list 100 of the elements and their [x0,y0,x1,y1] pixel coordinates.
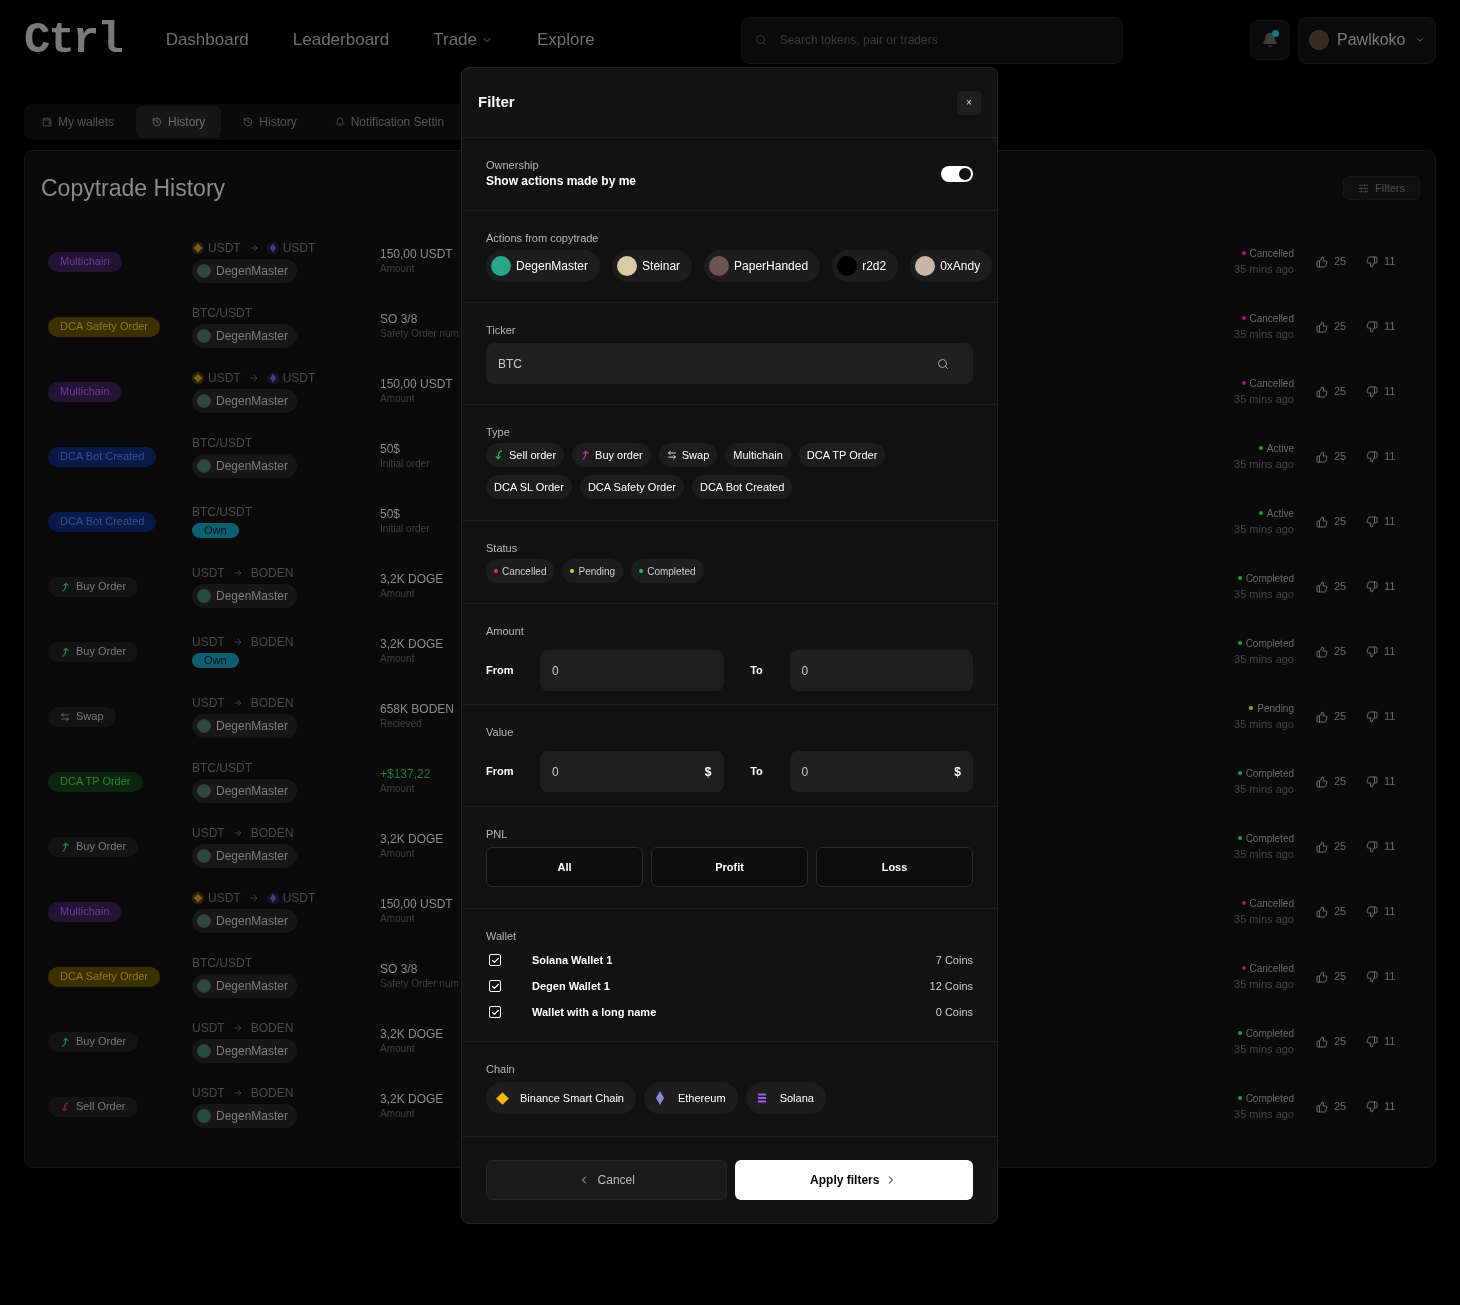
dislike-button[interactable]: 11 [1366,903,1400,920]
thumbs-down-icon [1366,775,1378,788]
nav-link[interactable]: Dashboard [165,27,249,53]
tab[interactable]: History [136,106,222,138]
coins-count: 7 Coins [935,952,973,968]
close-button[interactable]: × [957,90,981,115]
type-chip[interactable]: Multichain [725,443,791,467]
like-button[interactable]: 25 [1316,448,1356,465]
thumbs-up-icon [1316,775,1328,788]
dislike-button[interactable]: 11 [1366,838,1400,855]
checkbox[interactable] [489,980,501,992]
trader-chip[interactable]: r2d2 [832,250,899,282]
ticker-field[interactable]: BTC [486,343,973,384]
trader-chip[interactable]: PaperHanded [704,250,821,282]
dislike-button[interactable]: 11 [1366,253,1400,270]
thumbs-down-icon [1366,515,1378,528]
dislike-button[interactable]: 11 [1366,448,1400,465]
type-chip[interactable]: DCA TP Order [798,443,886,467]
notification-button[interactable] [1250,20,1290,60]
type-chip[interactable]: DCA Safety Order [579,475,684,499]
pnl-option[interactable]: All [486,847,643,887]
bell-icon [1262,32,1278,48]
type-badge: Multichain [48,901,122,922]
dislike-button[interactable]: 11 [1366,773,1400,790]
status-chip[interactable]: Cancelled [486,559,555,583]
like-button[interactable]: 25 [1316,1098,1356,1115]
like-button[interactable]: 25 [1316,1033,1356,1050]
section-label: Actions from copytrade [486,231,600,245]
dislike-button[interactable]: 11 [1366,383,1400,400]
avatar [197,913,211,928]
dislike-button[interactable]: 11 [1366,513,1400,530]
status-text: Active [1266,506,1294,521]
like-button[interactable]: 25 [1316,318,1356,335]
type-chip[interactable]: Swap [658,443,718,467]
like-button[interactable]: 25 [1316,383,1356,400]
tab[interactable]: Notification Settin [318,106,461,138]
number-field[interactable]: 0 $ [540,751,724,792]
chain-chip[interactable]: Ethereum [643,1082,738,1114]
like-button[interactable]: 25 [1316,513,1356,530]
chain-chip[interactable]: Solana [745,1082,826,1114]
like-button[interactable]: 25 [1316,838,1356,855]
amount-value: +$137,22 [380,767,431,782]
chain-chip[interactable]: Binance Smart Chain [486,1082,636,1114]
nav-link[interactable]: Trade [433,27,493,53]
status-chip[interactable]: Completed [631,559,704,583]
filters-button[interactable]: Filters [1343,176,1420,200]
pnl-option[interactable]: Profit [651,847,808,887]
cancel-button[interactable]: Cancel [486,1160,727,1200]
dislike-button[interactable]: 11 [1366,578,1400,595]
avatar [197,718,211,733]
like-button[interactable]: 25 [1316,773,1356,790]
coins-count: 0 Coins [935,1004,973,1020]
user-menu[interactable]: Pawlkoko [1298,16,1436,64]
avatar [197,263,211,278]
history-icon [243,117,254,127]
logo[interactable]: Ctrl [24,18,122,62]
dislike-button[interactable]: 11 [1366,1033,1400,1050]
trader-chip[interactable]: DegenMaster [486,250,601,282]
time-text: 35 mins ago [1234,781,1294,797]
trader-chip[interactable]: Steinar [612,250,693,282]
dislike-button[interactable]: 11 [1366,708,1400,725]
type-chip[interactable]: Buy order [572,443,651,467]
apply-filters-button[interactable]: Apply filters [734,1160,973,1200]
unit-text: $ [954,763,961,781]
type-chip[interactable]: Sell order [486,443,565,467]
like-button[interactable]: 25 [1316,903,1356,920]
number-field[interactable]: 0 [789,650,973,691]
thumbs-down-icon [1366,450,1378,463]
status-chip[interactable]: Pending [562,559,624,583]
dislike-button[interactable]: 11 [1366,643,1400,660]
history-icon [152,117,162,127]
dislike-button[interactable]: 11 [1366,1098,1400,1115]
toggle-switch[interactable] [941,166,973,182]
trader-chip: DegenMaster [192,1038,298,1063]
avatar [197,588,211,603]
tab[interactable]: My wallets [26,106,130,138]
thumbs-down-icon [1366,905,1378,918]
number-field[interactable]: 0 $ [789,751,973,792]
dislike-button[interactable]: 11 [1366,318,1400,335]
trader-chip[interactable]: 0xAndy [910,250,993,282]
checkbox[interactable] [489,1006,501,1018]
pnl-option[interactable]: Loss [816,847,973,887]
nav-link[interactable]: Explore [537,27,595,53]
thumbs-up-icon [1316,580,1328,593]
like-button[interactable]: 25 [1316,968,1356,985]
number-field[interactable]: 0 [540,650,724,691]
like-button[interactable]: 25 [1316,643,1356,660]
trader-chip: DegenMaster [192,323,298,348]
type-chip[interactable]: DCA SL Order [486,475,572,499]
nav-link[interactable]: Leaderboard [292,27,390,53]
dislike-button[interactable]: 11 [1366,968,1400,985]
token-text: BODEN [250,565,294,580]
status-text: Cancelled [1249,961,1294,976]
like-button[interactable]: 25 [1316,708,1356,725]
tab[interactable]: History [227,106,313,138]
to-label: To [749,663,764,679]
type-chip[interactable]: DCA Bot Created [691,475,793,499]
like-button[interactable]: 25 [1316,253,1356,270]
like-button[interactable]: 25 [1316,578,1356,595]
checkbox[interactable] [489,954,501,966]
